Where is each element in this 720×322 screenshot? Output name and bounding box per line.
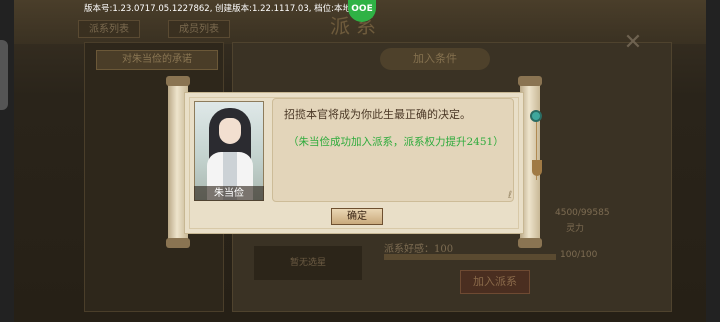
promise-label: 对朱当俭的承诺 <box>96 50 218 70</box>
dialog-message: 招揽本官将成为你此生最正确的决定。 <box>284 108 471 121</box>
jade-ornament-icon <box>530 110 542 122</box>
dialog-result-text: （朱当俭成功加入派系，派系权力提升2451） <box>288 136 504 148</box>
stat-value: 4500/99585 <box>555 208 610 218</box>
tassel-icon <box>532 160 542 176</box>
favor-progress-bar <box>384 254 556 260</box>
left-edge-bar <box>0 0 14 322</box>
rod-cap <box>518 238 542 248</box>
tab-faction-list[interactable]: 派系列表 <box>78 20 140 38</box>
favor-value: 100/100 <box>560 250 598 260</box>
confirm-button[interactable]: 确定 <box>331 208 383 225</box>
rod-cap <box>518 76 542 86</box>
join-conditions-header: 加入条件 <box>380 48 490 70</box>
close-icon[interactable]: ✕ <box>620 30 646 56</box>
stat-label: 灵力 <box>566 224 585 234</box>
favor-label: 派系好感：100 <box>384 244 454 255</box>
version-info: 版本号:1.23.0717.05.1227862, 创建版本:1.22.1117… <box>84 4 365 14</box>
side-handle[interactable] <box>0 40 8 110</box>
rod-cap <box>166 238 190 248</box>
rod-cap <box>166 76 190 86</box>
empty-slot: 暂无选星 <box>254 246 362 280</box>
portrait-face <box>219 118 241 144</box>
join-faction-button[interactable]: 加入派系 <box>460 270 530 294</box>
swirl-ornament-icon: ℓ <box>508 190 513 201</box>
right-edge-bar <box>706 0 720 322</box>
character-name: 朱当俭 <box>194 186 264 201</box>
game-screen: 派系 派系列表 成员列表 版本号:1.23.0717.05.1227862, 创… <box>0 0 720 322</box>
tab-member-list[interactable]: 成员列表 <box>168 20 230 38</box>
